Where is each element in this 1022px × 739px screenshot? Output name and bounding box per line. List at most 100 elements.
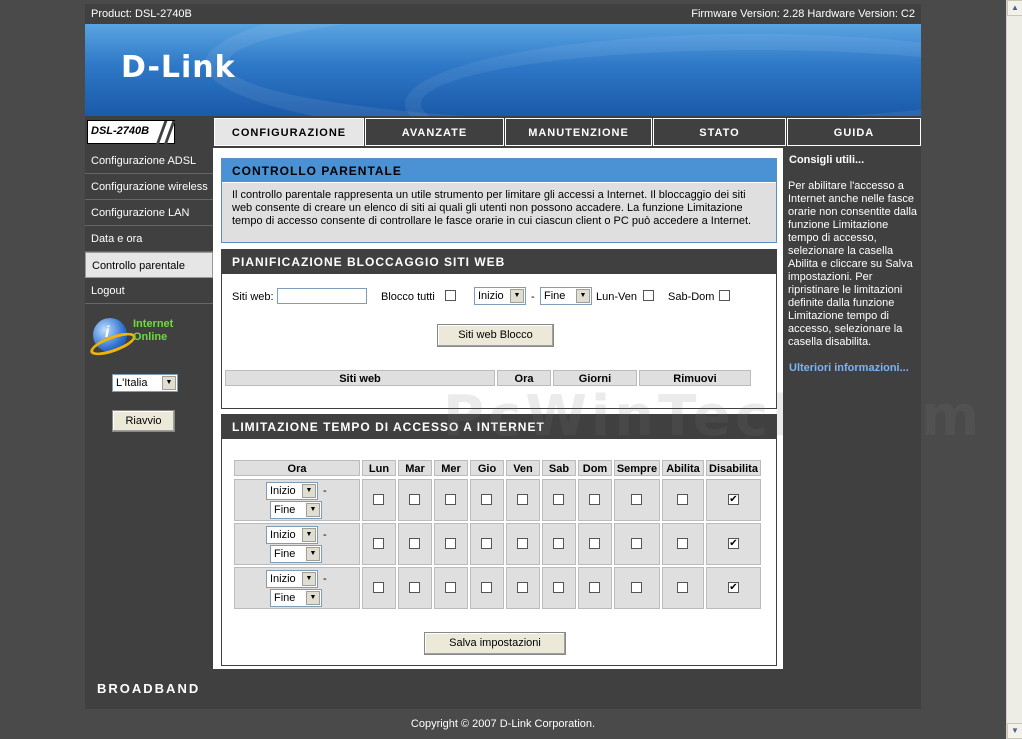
day-checkbox[interactable]	[677, 538, 688, 549]
day-checkbox[interactable]	[677, 494, 688, 505]
limit-end-select[interactable]: Fine ▼	[270, 589, 322, 607]
status-line1: Internet	[133, 318, 174, 330]
status-line2: Online	[133, 331, 168, 343]
internet-status: i Internet Online	[91, 316, 211, 356]
disable-checkbox[interactable]: ✔	[728, 494, 739, 505]
sidebar-item-datetime[interactable]: Data e ora	[85, 226, 213, 252]
limit-col-header: Lun	[362, 460, 396, 476]
sidebar-item-parental[interactable]: Controllo parentale	[85, 252, 213, 278]
col-sites: Siti web	[225, 370, 495, 386]
access-limit-title: LIMITAZIONE TEMPO DI ACCESSO A INTERNET	[222, 415, 776, 439]
satsun-checkbox[interactable]	[719, 290, 730, 301]
monfri-checkbox[interactable]	[643, 290, 654, 301]
day-checkbox[interactable]	[553, 538, 564, 549]
main-nav: DSL-2740B CONFIGURAZIONE AVANZATE MANUTE…	[85, 116, 921, 148]
tips-body: Per abilitare l'accesso a Internet anche…	[788, 180, 918, 348]
sidebar-item-adsl[interactable]: Configurazione ADSL	[85, 148, 213, 174]
limit-col-header: Sempre	[614, 460, 660, 476]
satsun-label: Sab-Dom	[668, 291, 715, 303]
sidebar: Configurazione ADSL Configurazione wirel…	[85, 148, 213, 669]
day-checkbox[interactable]	[481, 538, 492, 549]
chevron-down-icon: ▼	[302, 528, 316, 542]
broadband-label: BROADBAND	[97, 681, 201, 696]
col-time: Ora	[497, 370, 551, 386]
day-checkbox[interactable]	[373, 582, 384, 593]
day-checkbox[interactable]	[517, 494, 528, 505]
day-checkbox[interactable]	[589, 582, 600, 593]
monfri-label: Lun-Ven	[596, 291, 637, 303]
day-checkbox[interactable]	[631, 538, 642, 549]
block-end-select[interactable]: Fine ▼	[540, 287, 592, 305]
day-checkbox[interactable]	[517, 538, 528, 549]
day-checkbox[interactable]	[445, 582, 456, 593]
tab-guida[interactable]: GUIDA	[787, 118, 921, 146]
day-checkbox[interactable]	[589, 494, 600, 505]
limit-col-header: Dom	[578, 460, 612, 476]
day-checkbox[interactable]	[631, 582, 642, 593]
main-content: CONTROLLO PARENTALE Il controllo parenta…	[213, 148, 979, 669]
more-info-link[interactable]: Ulteriori informazioni...	[789, 362, 909, 375]
sidebar-item-lan[interactable]: Configurazione LAN	[85, 200, 213, 226]
tab-avanzate[interactable]: AVANZATE	[365, 118, 504, 146]
block-sites-title: PIANIFICAZIONE BLOCCAGGIO SITI WEB	[222, 250, 776, 274]
globe-info-icon: i	[93, 318, 127, 352]
section-description: Il controllo parentale rappresenta un ut…	[232, 189, 752, 227]
tab-stato[interactable]: STATO	[653, 118, 786, 146]
header-banner: D-Link	[85, 24, 921, 116]
limit-col-header: Sab	[542, 460, 576, 476]
limit-end-select[interactable]: Fine ▼	[270, 545, 322, 563]
block-all-label: Blocco tutti	[381, 291, 435, 303]
col-remove: Rimuovi	[639, 370, 751, 386]
day-checkbox[interactable]	[373, 494, 384, 505]
day-checkbox[interactable]	[445, 538, 456, 549]
parental-intro-box: CONTROLLO PARENTALE Il controllo parenta…	[221, 158, 777, 243]
top-bar: Product: DSL-2740B Firmware Version: 2.2…	[85, 4, 921, 24]
chevron-down-icon: ▼	[302, 572, 316, 586]
limit-start-select[interactable]: Inizio ▼	[266, 526, 318, 544]
day-checkbox[interactable]	[677, 582, 688, 593]
chevron-down-icon: ▼	[162, 376, 176, 390]
sidebar-item-logout[interactable]: Logout	[85, 278, 213, 304]
chevron-down-icon: ▼	[510, 289, 524, 303]
save-settings-button[interactable]: Salva impostazioni	[424, 632, 566, 655]
col-days: Giorni	[553, 370, 637, 386]
sidebar-item-wireless[interactable]: Configurazione wireless	[85, 174, 213, 200]
limit-start-select[interactable]: Inizio ▼	[266, 482, 318, 500]
language-select[interactable]: L'Italia ▼	[112, 374, 178, 392]
model-label: DSL-2740B	[91, 125, 150, 137]
day-checkbox[interactable]	[409, 538, 420, 549]
day-checkbox[interactable]	[409, 494, 420, 505]
limit-col-header: Disabilita	[706, 460, 761, 476]
day-checkbox[interactable]	[481, 494, 492, 505]
footer-bar: BROADBAND	[85, 669, 921, 709]
disable-checkbox[interactable]: ✔	[728, 538, 739, 549]
day-checkbox[interactable]	[445, 494, 456, 505]
day-checkbox[interactable]	[373, 538, 384, 549]
block-start-select[interactable]: Inizio ▼	[474, 287, 526, 305]
limit-col-header: Ora	[234, 460, 360, 476]
day-checkbox[interactable]	[409, 582, 420, 593]
chevron-down-icon: ▼	[306, 591, 320, 605]
vertical-scrollbar[interactable]: ▲ ▼	[1006, 0, 1022, 739]
chevron-down-icon: ▼	[302, 484, 316, 498]
block-all-checkbox[interactable]	[445, 290, 456, 301]
scroll-up-icon[interactable]: ▲	[1007, 0, 1022, 16]
day-checkbox[interactable]	[631, 494, 642, 505]
limit-start-select[interactable]: Inizio ▼	[266, 570, 318, 588]
day-checkbox[interactable]	[553, 494, 564, 505]
disable-checkbox[interactable]: ✔	[728, 582, 739, 593]
scroll-down-icon[interactable]: ▼	[1007, 723, 1022, 739]
limit-end-select[interactable]: Fine ▼	[270, 501, 322, 519]
block-sites-box: PIANIFICAZIONE BLOCCAGGIO SITI WEB Siti …	[221, 249, 777, 409]
day-checkbox[interactable]	[589, 538, 600, 549]
site-input[interactable]	[277, 288, 367, 304]
block-sites-button[interactable]: Siti web Blocco	[437, 324, 554, 347]
day-checkbox[interactable]	[517, 582, 528, 593]
day-checkbox[interactable]	[553, 582, 564, 593]
day-checkbox[interactable]	[481, 582, 492, 593]
reboot-button[interactable]: Riavvio	[112, 410, 175, 432]
limit-col-header: Mer	[434, 460, 468, 476]
tab-manutenzione[interactable]: MANUTENZIONE	[505, 118, 652, 146]
tips-panel: Consigli utili... Per abilitare l'access…	[783, 148, 921, 669]
tab-configurazione[interactable]: CONFIGURAZIONE	[214, 118, 364, 146]
